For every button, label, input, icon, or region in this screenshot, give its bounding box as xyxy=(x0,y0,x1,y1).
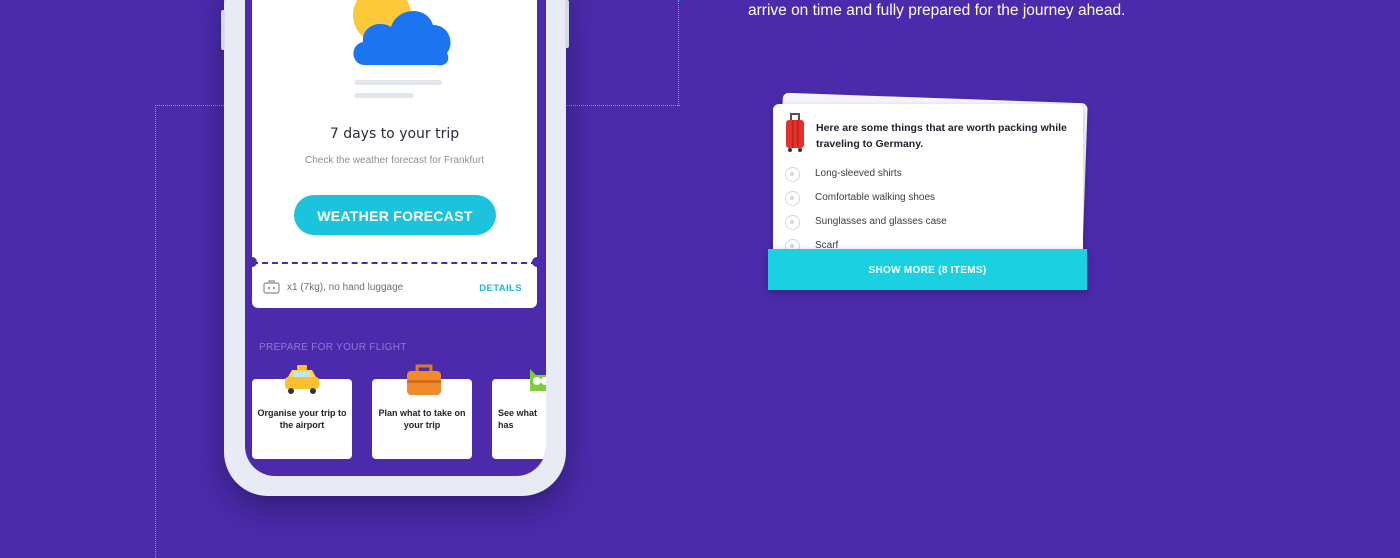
ticket-divider xyxy=(252,262,537,264)
hero-description: arrive on time and fully prepared for th… xyxy=(748,2,1126,19)
red-suitcase-icon xyxy=(786,113,804,152)
packing-list-title: Here are some things that are worth pack… xyxy=(816,122,1067,150)
packing-item[interactable]: Comfortable walking shoes xyxy=(783,190,1063,210)
prepare-card-airport-label: Organise your trip to the airport xyxy=(257,408,347,430)
prepare-card-packing[interactable]: Plan what to take on your trip xyxy=(372,364,472,459)
suitcase-icon xyxy=(407,364,441,395)
packing-item[interactable]: Long-sleeved shirts xyxy=(783,166,1063,186)
checkbox-icon[interactable] xyxy=(785,191,800,206)
ticket-notch-right xyxy=(532,257,542,267)
prepare-card-partial-label: See what has xyxy=(498,408,538,430)
guide-line-right xyxy=(678,0,679,106)
prepare-card-partial[interactable]: See what has xyxy=(492,369,546,459)
packing-item-label: Sunglasses and glasses case xyxy=(815,216,947,227)
prepare-card-packing-label: Plan what to take on your trip xyxy=(378,408,466,430)
checkbox-icon[interactable] xyxy=(785,167,800,182)
trip-card: 7 days to your trip Check the weather fo… xyxy=(247,0,542,308)
ticket-notch-left xyxy=(247,257,257,267)
checkbox-icon[interactable] xyxy=(785,215,800,230)
phone-side-button-right xyxy=(565,0,569,48)
taxi-icon xyxy=(285,365,319,394)
sun-behind-cloud-icon xyxy=(353,0,451,66)
prepare-section-heading: PREPARE FOR YOUR FLIGHT xyxy=(259,342,407,353)
owl-icon xyxy=(530,369,546,391)
phone-side-button xyxy=(221,10,225,50)
guide-line-left xyxy=(155,105,156,558)
phone-mockup: 7 days to your trip Check the weather fo… xyxy=(221,0,569,496)
phone-screen: 7 days to your trip Check the weather fo… xyxy=(245,0,546,476)
prepare-card-airport[interactable]: Organise your trip to the airport xyxy=(252,365,352,459)
packing-list-card: Here are some things that are worth pack… xyxy=(773,104,1083,264)
packing-item-label: Comfortable walking shoes xyxy=(815,192,936,203)
luggage-icon xyxy=(263,280,280,294)
weather-forecast-button[interactable]: WEATHER FORECAST xyxy=(294,195,496,235)
show-more-button[interactable]: SHOW MORE (8 ITEMS) xyxy=(768,249,1087,290)
trip-countdown-subtitle: Check the weather forecast for Frankfurt xyxy=(305,155,484,166)
packing-item[interactable]: Sunglasses and glasses case xyxy=(783,214,1063,234)
trip-countdown-title: 7 days to your trip xyxy=(329,126,460,142)
luggage-allowance-text: x1 (7kg), no hand luggage xyxy=(287,282,404,293)
details-link[interactable]: DETAILS xyxy=(479,283,522,294)
packing-item-label: Long-sleeved shirts xyxy=(815,168,902,179)
